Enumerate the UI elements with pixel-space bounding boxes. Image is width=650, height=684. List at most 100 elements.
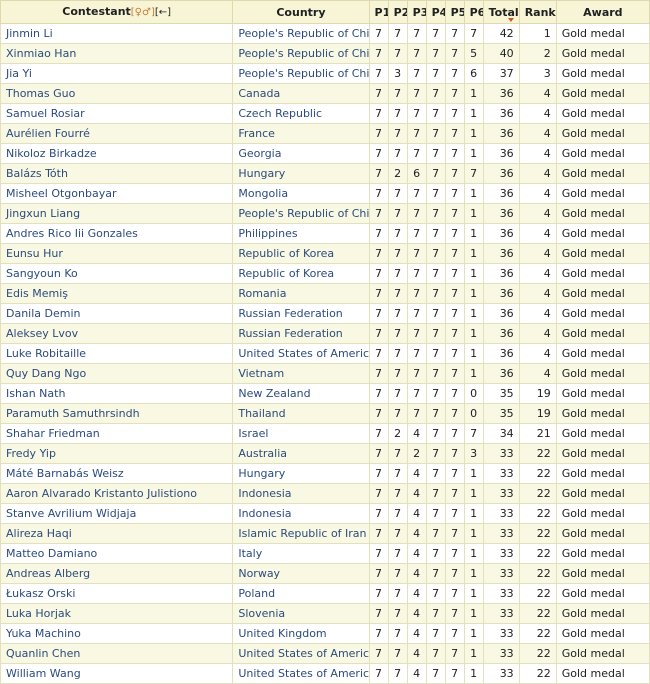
country-cell[interactable]: United States of America [233,664,369,684]
country-cell[interactable]: People's Republic of China [233,64,369,84]
country-cell[interactable]: Georgia [233,144,369,164]
contestant-name-cell[interactable]: Balázs Tóth [1,164,233,184]
contestant-name-cell[interactable]: Samuel Rosiar [1,104,233,124]
country-cell[interactable]: Russian Federation [233,324,369,344]
contestant-name-cell[interactable]: Jia Yi [1,64,233,84]
column-header-p6-label: P6 [470,6,484,19]
table-row: Łukasz OrskiPoland7747713322Gold medal [1,584,650,604]
contestant-name-cell[interactable]: Yuka Machino [1,624,233,644]
contestant-name-cell[interactable]: Fredy Yip [1,444,233,464]
country-cell[interactable]: Russian Federation [233,304,369,324]
column-header-p1[interactable]: P1 [369,1,388,24]
contestant-name-cell[interactable]: Alireza Haqi [1,524,233,544]
column-header-contestant[interactable]: Contestant[♀♂][←] [1,1,233,24]
country-cell[interactable]: Republic of Korea [233,244,369,264]
contestant-name-cell[interactable]: Sangyoun Ko [1,264,233,284]
contestant-name-cell[interactable]: Máté Barnabás Weisz [1,464,233,484]
contestant-name-cell[interactable]: Eunsu Hur [1,244,233,264]
score-p1-cell: 7 [369,44,388,64]
column-header-p6[interactable]: P6 [464,1,483,24]
contestant-name-cell[interactable]: Andreas Alberg [1,564,233,584]
country-cell[interactable]: People's Republic of China [233,204,369,224]
country-cell[interactable]: France [233,124,369,144]
contestant-name-cell[interactable]: Edis Memiş [1,284,233,304]
country-cell[interactable]: New Zealand [233,384,369,404]
country-cell[interactable]: United States of America [233,344,369,364]
score-p4-cell: 7 [426,184,445,204]
country-cell[interactable]: Indonesia [233,484,369,504]
back-arrow-icon[interactable]: [←] [155,7,171,18]
table-body: Jinmin LiPeople's Republic of China77777… [1,24,650,684]
score-p3-cell: 2 [407,444,426,464]
country-cell[interactable]: Romania [233,284,369,304]
column-header-p3[interactable]: P3 [407,1,426,24]
contestant-name-cell[interactable]: Shahar Friedman [1,424,233,444]
contestant-name-cell[interactable]: Luka Horjak [1,604,233,624]
country-cell[interactable]: Hungary [233,164,369,184]
contestant-name-cell[interactable]: Thomas Guo [1,84,233,104]
contestant-name-cell[interactable]: Misheel Otgonbayar [1,184,233,204]
contestant-name-cell[interactable]: Nikoloz Birkadze [1,144,233,164]
score-p1-cell: 7 [369,384,388,404]
contestant-name-cell[interactable]: Łukasz Orski [1,584,233,604]
contestant-name-cell[interactable]: Stanve Avrilium Widjaja [1,504,233,524]
country-cell[interactable]: Islamic Republic of Iran [233,524,369,544]
award-cell: Gold medal [556,544,649,564]
country-cell[interactable]: Indonesia [233,504,369,524]
contestant-name-cell[interactable]: Jingxun Liang [1,204,233,224]
country-cell[interactable]: Republic of Korea [233,264,369,284]
score-p5-cell: 7 [445,204,464,224]
column-header-country[interactable]: Country [233,1,369,24]
country-cell[interactable]: Vietnam [233,364,369,384]
score-p5-cell: 7 [445,584,464,604]
contestant-name-cell[interactable]: Ishan Nath [1,384,233,404]
country-cell[interactable]: Poland [233,584,369,604]
contestant-name-cell[interactable]: William Wang [1,664,233,684]
column-header-p5[interactable]: P5 [445,1,464,24]
contestant-name-cell[interactable]: Aleksey Lvov [1,324,233,344]
country-cell[interactable]: United Kingdom [233,624,369,644]
contestant-name-cell[interactable]: Paramuth Samuthrsindh [1,404,233,424]
contestant-name-cell[interactable]: Matteo Damiano [1,544,233,564]
column-header-total[interactable]: Total [483,1,519,24]
award-cell: Gold medal [556,84,649,104]
contestant-name-cell[interactable]: Quy Dang Ngo [1,364,233,384]
column-header-p2[interactable]: P2 [388,1,407,24]
column-header-rank[interactable]: Rank [519,1,556,24]
country-cell[interactable]: Slovenia [233,604,369,624]
score-p6-cell: 5 [464,44,483,64]
country-cell[interactable]: People's Republic of China [233,24,369,44]
country-cell[interactable]: Philippines [233,224,369,244]
table-row: Alireza HaqiIslamic Republic of Iran7747… [1,524,650,544]
country-cell[interactable]: Canada [233,84,369,104]
country-cell[interactable]: Thailand [233,404,369,424]
column-header-p4[interactable]: P4 [426,1,445,24]
award-cell: Gold medal [556,104,649,124]
total-score-cell: 33 [483,504,519,524]
contestant-name-cell[interactable]: Aaron Alvarado Kristanto Julistiono [1,484,233,504]
score-p6-cell: 1 [464,104,483,124]
country-cell[interactable]: Italy [233,544,369,564]
score-p6-cell: 0 [464,384,483,404]
contestant-name-cell[interactable]: Luke Robitaille [1,344,233,364]
contestant-name-cell[interactable]: Jinmin Li [1,24,233,44]
country-cell[interactable]: Mongolia [233,184,369,204]
column-header-award[interactable]: Award [556,1,649,24]
score-p3-cell: 7 [407,264,426,284]
country-cell[interactable]: United States of America [233,644,369,664]
score-p3-cell: 7 [407,284,426,304]
country-cell[interactable]: Czech Republic [233,104,369,124]
country-cell[interactable]: Hungary [233,464,369,484]
country-cell[interactable]: People's Republic of China [233,44,369,64]
contestant-name-cell[interactable]: Aurélien Fourré [1,124,233,144]
country-cell[interactable]: Norway [233,564,369,584]
score-p2-cell: 7 [388,624,407,644]
contestant-name-cell[interactable]: Andres Rico Iii Gonzales [1,224,233,244]
score-p1-cell: 7 [369,344,388,364]
contestant-name-cell[interactable]: Xinmiao Han [1,44,233,64]
country-cell[interactable]: Australia [233,444,369,464]
country-cell[interactable]: Israel [233,424,369,444]
gender-filter-icon[interactable]: [♀♂] [131,7,155,18]
contestant-name-cell[interactable]: Danila Demin [1,304,233,324]
contestant-name-cell[interactable]: Quanlin Chen [1,644,233,664]
